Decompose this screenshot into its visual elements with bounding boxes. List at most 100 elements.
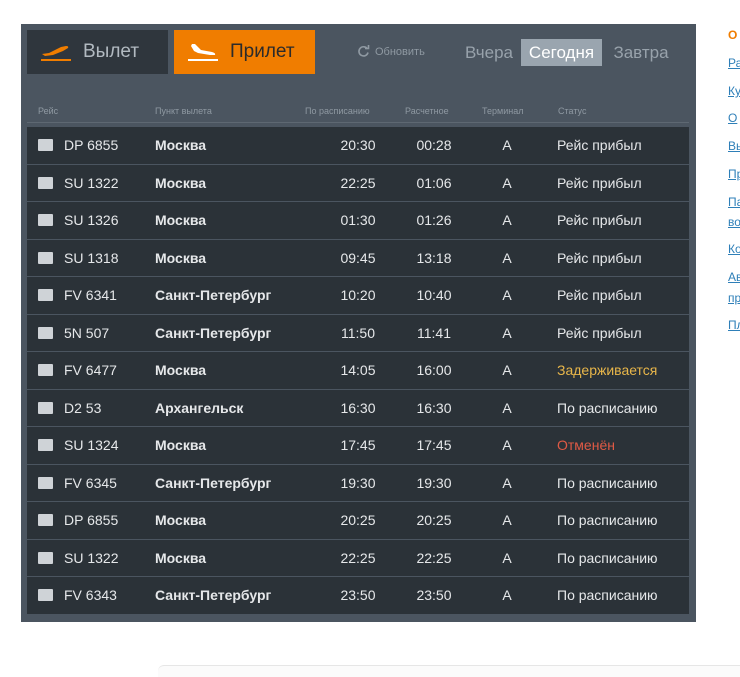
severstal-logo-icon [38, 401, 53, 414]
sidebar-link[interactable]: во [728, 215, 740, 229]
cell-status: По расписанию [557, 512, 658, 528]
col-terminal: Терминал [482, 106, 524, 116]
table-row[interactable]: FV 6341 Санкт-Петербург 10:20 10:40 A Рейс пр… [27, 277, 689, 314]
col-estimated: Расчетное [405, 106, 449, 116]
cell-scheduled: 14:05 [340, 362, 376, 378]
day-tomorrow[interactable]: Завтра [609, 39, 673, 66]
cell-flight: DP 6855 [64, 137, 119, 153]
cell-terminal: A [502, 249, 512, 266]
cell-estimated: 13:18 [416, 249, 452, 266]
sidebar-link[interactable]: Ра [728, 56, 740, 70]
cell-terminal: A [502, 287, 512, 303]
table-row[interactable]: SU 1322 Москва 22:25 01:06 A Рейс прибыл [27, 164, 689, 201]
cell-flight: D2 53 [64, 399, 102, 416]
sidebar-link[interactable]: Ав [728, 270, 740, 284]
sidebar-link[interactable]: Вь [728, 139, 740, 153]
sidebar-link[interactable]: Пр [728, 167, 740, 181]
cell-estimated: 19:30 [416, 474, 452, 491]
rossiya-logo-icon [38, 289, 53, 301]
cell-scheduled: 01:30 [340, 212, 376, 228]
cell-flight: FV 6477 [64, 362, 117, 378]
table-row[interactable]: D2 53 Архангельск 16:30 16:30 A По расписанию [27, 389, 689, 426]
sidebar-links: О Ра Ку О Вь Пр Па во Ко Ав пр Пл [723, 0, 740, 676]
pobeda-logo-icon [38, 139, 53, 151]
cell-origin: Москва [155, 174, 207, 191]
aeroflot-logo-icon [38, 251, 53, 264]
col-status: Статус [558, 106, 587, 116]
tab-departures-label: Вылет [83, 41, 140, 62]
table-row[interactable]: SU 1326 Москва 01:30 01:26 A Рейс прибыл [27, 202, 689, 239]
cell-origin: Москва [155, 512, 207, 528]
cell-flight: FV 6341 [64, 287, 117, 303]
sidebar-link[interactable]: пр [728, 291, 740, 305]
aeroflot-logo-icon [38, 214, 53, 226]
day-yesterday[interactable]: Вчера [461, 39, 517, 66]
flight-board: Вылет Прилет Обновить Вчера Сегодня Завт… [21, 24, 696, 622]
rossiya-logo-icon [38, 476, 53, 489]
cell-origin: Москва [155, 212, 207, 228]
cell-estimated: 20:25 [416, 512, 452, 528]
cell-scheduled: 17:45 [340, 437, 376, 453]
cell-terminal: A [502, 324, 512, 341]
tab-departures[interactable]: Вылет [27, 30, 168, 74]
cell-origin: Москва [155, 437, 207, 453]
cell-origin: Санкт-Петербург [155, 324, 272, 341]
sidebar-link[interactable]: Ку [728, 84, 740, 98]
table-row[interactable]: SU 1322 Москва 22:25 22:25 A По расписанию [27, 539, 689, 576]
table-row[interactable]: DP 6855 Москва 20:30 00:28 A Рейс прибыл [27, 127, 689, 164]
cell-status: Рейс прибыл [557, 137, 642, 153]
cell-terminal: A [502, 474, 512, 491]
cell-terminal: A [502, 137, 512, 153]
cell-scheduled: 16:30 [340, 399, 376, 416]
landing-icon [188, 44, 218, 61]
cell-status: По расписанию [557, 399, 658, 416]
cell-estimated: 16:00 [416, 362, 452, 378]
cell-terminal: A [502, 362, 512, 378]
cell-terminal: A [502, 174, 512, 191]
sidebar-link[interactable]: Пл [728, 318, 740, 332]
cell-status: Рейс прибыл [557, 249, 642, 266]
cell-scheduled: 22:25 [340, 549, 376, 566]
sidebar-link[interactable]: Па [728, 195, 740, 209]
cell-scheduled: 23:50 [340, 587, 376, 603]
cell-flight: SU 1326 [64, 212, 119, 228]
sidebar-link[interactable]: Ко [728, 242, 740, 256]
cell-status: Рейс прибыл [557, 324, 642, 341]
table-row[interactable]: FV 6343 Санкт-Петербург 23:50 23:50 A По расп… [27, 577, 689, 614]
rossiya-logo-icon [38, 589, 53, 601]
cell-scheduled: 22:25 [340, 174, 376, 191]
cell-scheduled: 19:30 [340, 474, 376, 491]
footer-panel [158, 665, 740, 677]
cell-status: По расписанию [557, 549, 658, 566]
cell-scheduled: 10:20 [340, 287, 376, 303]
table-row[interactable]: FV 6345 Санкт-Петербург 19:30 19:30 A По расп… [27, 464, 689, 501]
tab-arrivals[interactable]: Прилет [174, 30, 315, 74]
cell-estimated: 11:41 [417, 324, 451, 341]
sidebar-link[interactable]: О [728, 28, 737, 42]
cell-flight: FV 6345 [64, 474, 117, 491]
cell-terminal: A [502, 437, 512, 453]
table-header: Рейс Пункт вылета По расписанию Расчетно… [27, 106, 689, 123]
cell-status: Отменён [557, 437, 615, 453]
cell-estimated: 22:25 [416, 549, 452, 566]
cell-status: Рейс прибыл [557, 212, 642, 228]
flight-list: DP 6855 Москва 20:30 00:28 A Рейс прибыл SU 13… [27, 127, 689, 615]
cell-estimated: 23:50 [416, 587, 452, 603]
cell-origin: Санкт-Петербург [155, 587, 272, 603]
refresh-button[interactable]: Обновить [357, 45, 425, 58]
day-today[interactable]: Сегодня [521, 39, 602, 66]
sidebar-link[interactable]: О [728, 111, 737, 125]
cell-terminal: A [502, 587, 512, 603]
cell-origin: Москва [155, 249, 207, 266]
table-row[interactable]: 5N 507 Санкт-Петербург 11:50 11:41 A Рейс при… [27, 314, 689, 351]
table-row[interactable]: DP 6855 Москва 20:25 20:25 A По расписанию [27, 502, 689, 539]
tab-arrivals-label: Прилет [230, 41, 295, 62]
pobeda-logo-icon [38, 514, 53, 526]
table-row[interactable]: FV 6477 Москва 14:05 16:00 A Задерживается [27, 352, 689, 389]
table-row[interactable]: SU 1324 Москва 17:45 17:45 A Отменён [27, 427, 689, 464]
table-row[interactable]: SU 1318 Москва 09:45 13:18 A Рейс прибыл [27, 239, 689, 276]
cell-scheduled: 09:45 [340, 249, 376, 266]
cell-terminal: A [502, 399, 512, 416]
aeroflot-logo-icon [38, 176, 53, 189]
cell-origin: Москва [155, 549, 207, 566]
